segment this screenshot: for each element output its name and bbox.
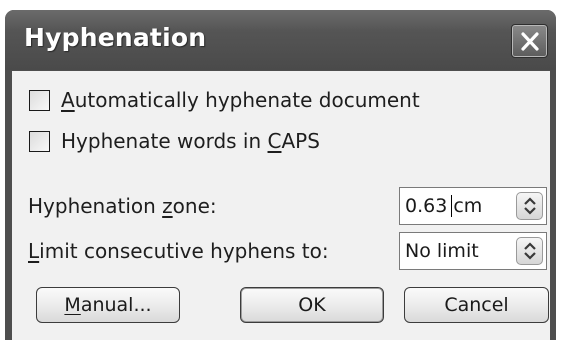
dialog-body: Automatically hyphenate document Hyphena…	[12, 71, 550, 340]
close-icon	[521, 32, 539, 51]
hyphenate-caps-option[interactable]: Hyphenate words in CAPS	[12, 126, 550, 156]
limit-hyphens-stepper[interactable]	[516, 237, 543, 265]
limit-hyphens-spinbox[interactable]: No limit	[399, 232, 547, 270]
mnemonic-z: z	[162, 194, 173, 218]
up-down-arrow-icon	[524, 242, 536, 260]
hyphenation-zone-label: Hyphenation zone:	[28, 194, 217, 218]
limit-hyphens-label: Limit consecutive hyphens to:	[28, 239, 329, 263]
hyphenation-zone-stepper[interactable]	[516, 192, 543, 220]
auto-hyphenate-option[interactable]: Automatically hyphenate document	[12, 85, 550, 115]
mnemonic-m: M	[64, 294, 81, 316]
hyphenation-zone-spinbox[interactable]: 0.63 cm	[399, 187, 547, 225]
mnemonic-a: A	[61, 88, 75, 112]
hyphenate-caps-label[interactable]: Hyphenate words in CAPS	[61, 126, 320, 156]
auto-hyphenate-label[interactable]: Automatically hyphenate document	[61, 85, 420, 115]
title-bar[interactable]: Hyphenation	[5, 10, 556, 70]
hyphenation-dialog: Hyphenation Automatically hyphenate docu…	[5, 10, 556, 340]
ok-button[interactable]: OK	[240, 287, 384, 323]
window-frame-right	[549, 70, 556, 340]
up-down-arrow-icon	[524, 197, 536, 215]
window-frame-left	[5, 70, 12, 340]
text-cursor	[451, 195, 452, 217]
mnemonic-c: C	[267, 129, 282, 153]
hyphenate-caps-checkbox[interactable]	[29, 131, 50, 152]
auto-hyphenate-checkbox[interactable]	[29, 90, 50, 111]
close-button[interactable]	[511, 24, 548, 58]
hyphenation-zone-input[interactable]: 0.63 cm	[405, 188, 482, 224]
limit-hyphens-input[interactable]: No limit	[405, 233, 479, 269]
dialog-title: Hyphenation	[24, 23, 207, 52]
mnemonic-l: L	[28, 239, 40, 263]
manual-button[interactable]: Manual...	[36, 287, 180, 323]
cancel-button[interactable]: Cancel	[404, 287, 549, 323]
